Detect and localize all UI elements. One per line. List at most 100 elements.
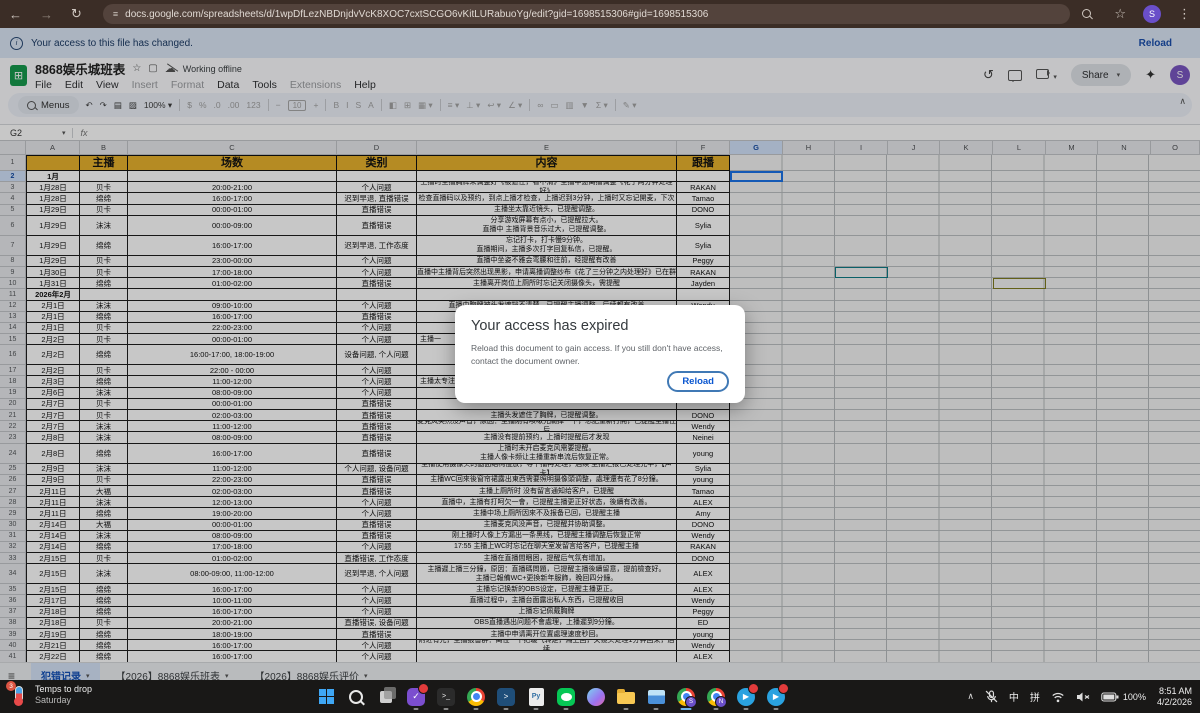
grid-cell[interactable]: 贝卡 (80, 334, 128, 345)
empty-cells[interactable] (730, 323, 1200, 334)
grid-cell[interactable]: Peggy (677, 607, 730, 618)
menu-data[interactable]: Data (217, 79, 239, 91)
redo-icon[interactable]: ↷ (100, 100, 107, 111)
grid-cell[interactable]: 绵绵 (80, 278, 128, 289)
grid-cell[interactable] (128, 289, 337, 300)
grid-cell[interactable]: 绵绵 (80, 236, 128, 256)
row-header-9[interactable]: 9 (0, 267, 26, 278)
row-header-29[interactable]: 29 (0, 508, 26, 519)
grid-cell[interactable]: 个人问题 (337, 595, 417, 606)
row-header-37[interactable]: 37 (0, 607, 26, 618)
grid-cell[interactable]: 00:00-09:00 (128, 216, 337, 236)
row-header-12[interactable]: 12 (0, 301, 26, 312)
telegram-2-icon[interactable]: ▶ (763, 684, 789, 709)
grid-cell[interactable]: 分享游戏屏幕有点小，已提醒拉大。 直播中 主播背景音乐过大，已提醒调整。 (417, 216, 677, 236)
grid-cell[interactable] (677, 289, 730, 300)
grid-cell[interactable]: 11:00-12:00 (128, 421, 337, 432)
grid-cell[interactable]: DONO (677, 553, 730, 564)
grid-cell[interactable]: 上播时主播胸牌未调整好《被遮住，看不清》主播中途离播调整《花了两分钟处理好》 (417, 182, 677, 193)
grid-cell[interactable]: 17:00-18:00 (128, 267, 337, 278)
grid-cell[interactable] (417, 651, 677, 662)
grid-cell[interactable]: 1月28日 (26, 182, 80, 193)
browser-profile-avatar[interactable]: S (1143, 5, 1161, 23)
empty-cells[interactable] (730, 444, 1200, 464)
grid-cell[interactable]: 08:00-09:00 (128, 531, 337, 542)
grid-cell[interactable]: 绵绵 (80, 607, 128, 618)
copilot-icon[interactable] (583, 684, 609, 709)
grid-cell[interactable]: 主播在直播間睏困，提醒后气氛有增加。 (417, 553, 677, 564)
borders-icon[interactable]: ⊞ (404, 100, 411, 111)
namebox-caret-icon[interactable]: ▾ (62, 129, 66, 137)
empty-cells[interactable] (730, 607, 1200, 618)
menu-file[interactable]: File (35, 79, 52, 91)
grid-cell[interactable]: 16:00-17:00 (128, 584, 337, 595)
dialog-reload-button[interactable]: Reload (667, 371, 729, 392)
battery-indicator[interactable]: 100% (1101, 691, 1146, 703)
grid-cell[interactable]: young (677, 444, 730, 464)
grid-cell[interactable]: 忘记打卡，打卡慢9分钟。 直播期间，主播多次打字回复私信，已提醒。 (417, 236, 677, 256)
menu-tools[interactable]: Tools (252, 79, 277, 91)
grid-cell[interactable] (80, 171, 128, 182)
grid-cell[interactable]: DONO (677, 410, 730, 421)
grid-cell[interactable]: 附近有光，主播报备群：离位一下把暖气转走，馬上回，关镜头处理1分钟回来，后续 (417, 640, 677, 651)
grid-cell[interactable]: 主播坐太靠近镜头，已提醒调整。 (417, 205, 677, 216)
row-header-30[interactable]: 30 (0, 520, 26, 531)
empty-cells[interactable] (730, 182, 1200, 193)
zoom-select[interactable]: 100% ▾ (144, 100, 172, 111)
menus-search-button[interactable]: Menus (18, 96, 79, 114)
grid-cell[interactable]: 2月14日 (26, 520, 80, 531)
bold-icon[interactable]: B (333, 100, 339, 110)
empty-cells[interactable] (730, 618, 1200, 629)
grid-cell[interactable]: 2月2日 (26, 345, 80, 365)
tab-caret-icon[interactable]: ▾ (225, 672, 229, 680)
row-header-16[interactable]: 16 (0, 345, 26, 365)
grid-cell[interactable]: 个人问题 (337, 267, 417, 278)
grid-cell[interactable]: 16:00-17:00 (128, 236, 337, 256)
grid-cell[interactable]: 1月29日 (26, 256, 80, 267)
grid-cell[interactable]: 19:00-20:00 (128, 508, 337, 519)
grid-cell[interactable]: 刚上播时人像上方漏出一条黑线，已提醒主播调整后恢复正常 (417, 531, 677, 542)
column-header-H[interactable]: H (783, 141, 835, 154)
grid-cell[interactable]: 直播中主播背后突然出现黑影，申请离播调整纱布《花了三分钟之内处理好》已在群 (417, 267, 677, 278)
empty-cells[interactable] (730, 205, 1200, 216)
grid-cell[interactable]: 00:00-01:00 (128, 520, 337, 531)
grid-cell[interactable]: Amy (677, 508, 730, 519)
row-header-8[interactable]: 8 (0, 256, 26, 267)
empty-cells[interactable] (730, 365, 1200, 376)
grid-cell[interactable]: 1月31日 (26, 278, 80, 289)
grid-cell[interactable]: 主播没有提前预约，上播时提醒后才发现 (417, 432, 677, 443)
grid-cell[interactable]: 沫沫 (80, 464, 128, 475)
tab-caret-icon[interactable]: ▾ (86, 672, 90, 680)
empty-cells[interactable] (730, 553, 1200, 564)
row-header-36[interactable]: 36 (0, 595, 26, 606)
tab-caret-icon[interactable]: ▾ (364, 672, 368, 680)
row-header-28[interactable]: 28 (0, 497, 26, 508)
terminal-icon[interactable]: >_ (433, 684, 459, 709)
grid-cell[interactable] (128, 171, 337, 182)
grid-cell[interactable]: 01:00-02:00 (128, 278, 337, 289)
grid-cell[interactable]: 贝卡 (80, 365, 128, 376)
grid-cell[interactable]: 23:00-00:00 (128, 256, 337, 267)
grid-cell[interactable]: 2月2日 (26, 334, 80, 345)
empty-cells[interactable] (730, 278, 1200, 289)
grid-cell[interactable]: 2月8日 (26, 432, 80, 443)
grid-cell[interactable]: 沫沫 (80, 216, 128, 236)
browser-menu-icon[interactable]: ⋮ (1178, 6, 1191, 22)
grid-cell[interactable]: 2月7日 (26, 399, 80, 410)
grid-cell[interactable]: 2月14日 (26, 531, 80, 542)
header-cell[interactable]: 跟播 (677, 155, 730, 171)
grid-cell[interactable]: 绵绵 (80, 595, 128, 606)
grid-cell[interactable]: 直播错误 (337, 432, 417, 443)
grid-cell[interactable]: 16:00-17:00 (128, 607, 337, 618)
row-header-17[interactable]: 17 (0, 365, 26, 376)
grid-cell[interactable]: 22:00 - 00:00 (128, 365, 337, 376)
empty-cells[interactable] (730, 410, 1200, 421)
grid-cell[interactable]: 22:00-23:00 (128, 475, 337, 486)
grid-cell[interactable]: 绵绵 (80, 376, 128, 387)
address-bar[interactable]: ≡ docs.google.com/spreadsheets/d/1wpDfLe… (103, 4, 1070, 24)
empty-cells[interactable] (730, 542, 1200, 553)
empty-cells[interactable] (730, 256, 1200, 267)
grid-cell[interactable]: 直播中坐姿不雅会弯腰和往前，经提醒有改善 (417, 256, 677, 267)
grid-cell[interactable]: 沫沫 (80, 432, 128, 443)
grid-cell[interactable]: young (677, 629, 730, 640)
